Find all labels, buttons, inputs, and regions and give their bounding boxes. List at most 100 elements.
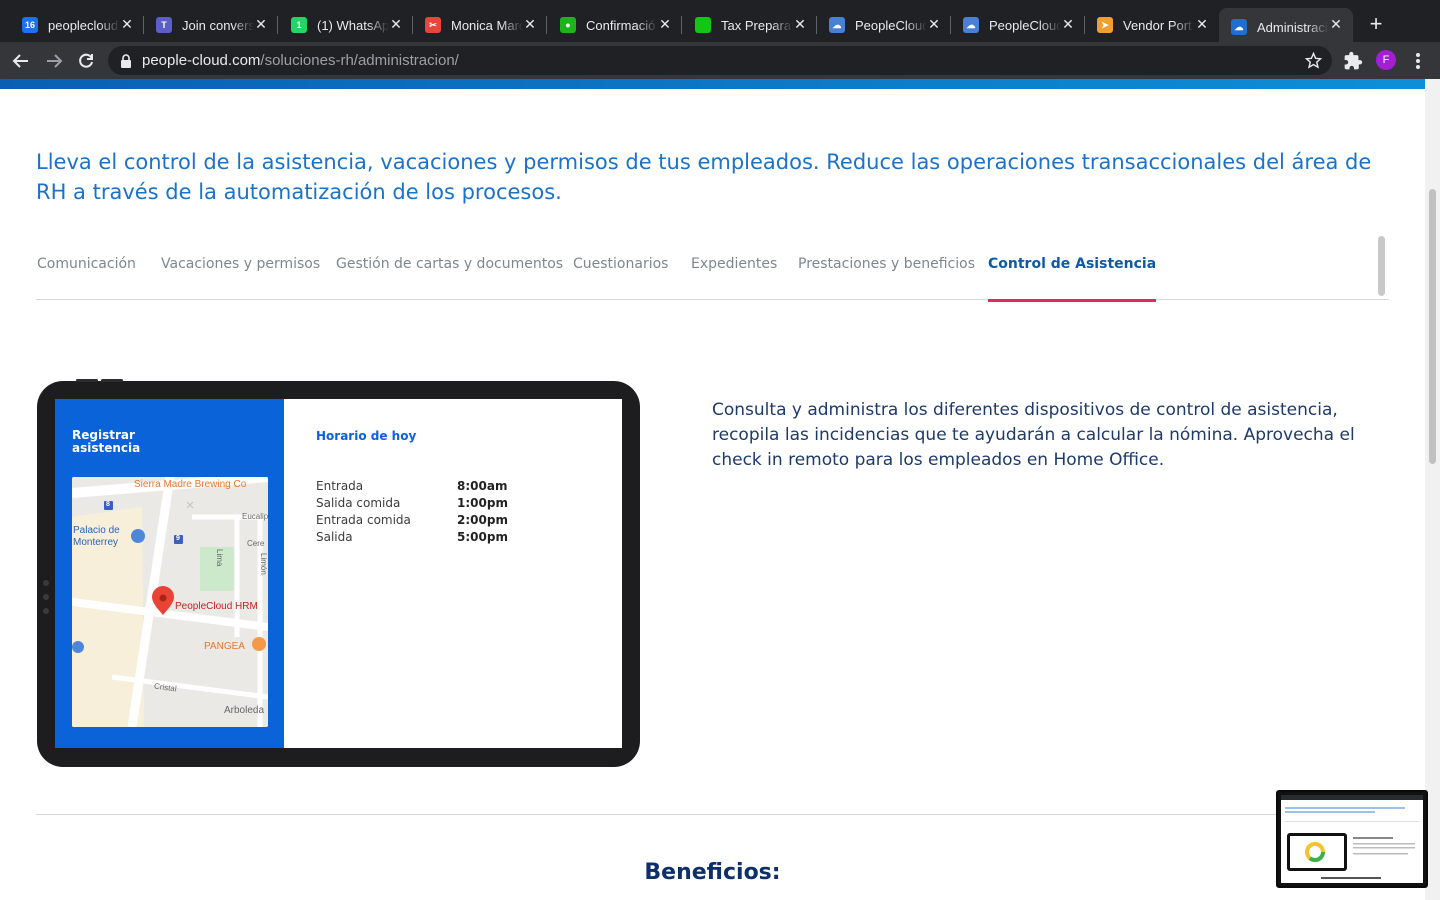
- bookmark-star-icon[interactable]: [1305, 52, 1322, 69]
- forward-button[interactable]: [41, 48, 67, 74]
- map-label-road-8: 8: [106, 501, 110, 508]
- tab-favicon-icon: ●: [560, 17, 576, 33]
- tab-close-icon[interactable]: ✕: [523, 17, 537, 31]
- map-label-cereza: Cere: [247, 539, 265, 548]
- url-text: people-cloud.com/soluciones-rh/administr…: [142, 52, 459, 69]
- tab-label: PeopleCloud: [989, 17, 1061, 33]
- browser-tab[interactable]: 1 (1) WhatsAp ✕: [279, 8, 413, 42]
- tab-favicon-icon: T: [156, 17, 172, 33]
- tab-close-icon[interactable]: ✕: [658, 17, 672, 31]
- tab-label: Vendor Port: [1123, 17, 1192, 33]
- tab-close-icon[interactable]: ✕: [1195, 17, 1209, 31]
- tab-favicon-icon: ➤: [1097, 17, 1113, 33]
- url-path: /soluciones-rh/administracion/: [260, 52, 459, 69]
- schedule-row: Salida 5:00pm: [316, 530, 556, 547]
- tab-favicon-icon: 1: [291, 17, 307, 33]
- schedule-time: 1:00pm: [457, 496, 508, 510]
- picture-in-picture-preview[interactable]: [1276, 790, 1428, 888]
- tab-close-icon[interactable]: ✕: [793, 17, 807, 31]
- tablet-button: [76, 379, 98, 382]
- benefits-heading: Beneficios:: [644, 860, 781, 885]
- schedule-label: Entrada: [316, 479, 364, 493]
- feature-tab[interactable]: Prestaciones y beneficios: [798, 256, 975, 272]
- location-map: Sierra Madre Brewing Co 8 9 Eucalip Cere…: [72, 477, 268, 727]
- tab-close-icon[interactable]: ✕: [1061, 17, 1075, 31]
- tab-favicon-icon: ☁: [829, 17, 845, 33]
- feature-tab[interactable]: Comunicación: [37, 256, 136, 272]
- tablet-screen: Registrar asistencia Sierra Madre Brewin…: [55, 399, 622, 748]
- extensions-puzzle-icon[interactable]: [1343, 51, 1363, 71]
- page-scrollbar[interactable]: [1425, 79, 1440, 900]
- browser-tab[interactable]: ☁ PeopleCloud ✕: [951, 8, 1085, 42]
- feature-tab[interactable]: Cuestionarios: [573, 256, 668, 272]
- tab-label: peoplecloud: [48, 17, 119, 33]
- tab-favicon-icon: 16: [22, 17, 38, 33]
- browser-tab[interactable]: T Join convers ✕: [144, 8, 278, 42]
- schedule-label: Salida comida: [316, 496, 401, 510]
- tab-close-icon[interactable]: ✕: [254, 17, 268, 31]
- tabs-scrollbar[interactable]: [1378, 236, 1385, 296]
- browser-tab[interactable]: ✂ Monica Marc ✕: [413, 8, 547, 42]
- tab-favicon-icon: ☁: [963, 17, 979, 33]
- map-label-arboleda: Arboleda: [224, 705, 265, 716]
- back-button[interactable]: [8, 48, 34, 74]
- tab-favicon-icon: ☁: [1231, 19, 1247, 35]
- attendance-description: Consulta y administra los diferentes dis…: [712, 400, 1355, 470]
- tab-label: PeopleCloud: [855, 17, 927, 33]
- register-attendance-title: Registrar asistencia: [72, 428, 141, 455]
- browser-tab[interactable]: ☁ PeopleCloud ✕: [817, 8, 951, 42]
- schedule-row: Entrada 8:00am: [316, 479, 556, 496]
- tab-label: (1) WhatsAp: [317, 17, 389, 33]
- browser-tab-strip: 16 peoplecloud ✕ T Join convers ✕ 1 (1) WhatsAp…: [0, 0, 1440, 46]
- tab-separator: [277, 16, 278, 34]
- feature-tabs-nav: Comunicación Vacaciones y permisos Gestión…: [36, 234, 1389, 302]
- section-divider: [36, 814, 1389, 815]
- map-label-road-9: 9: [176, 535, 180, 542]
- lock-icon: [121, 53, 131, 68]
- pip-thumbnail: [1281, 795, 1423, 879]
- tablet-sensor: [43, 580, 49, 586]
- schedule-time: 8:00am: [457, 479, 508, 493]
- feature-tab[interactable]: Control de Asistencia: [988, 256, 1157, 302]
- browser-tab[interactable]: Tax Preparat ✕: [683, 8, 817, 42]
- tab-close-icon[interactable]: ✕: [389, 17, 403, 31]
- schedule-list: Entrada 8:00am Salida comida 1:00pm Entrada …: [316, 479, 556, 547]
- map-label-brewery: Sierra Madre Brewing Co: [134, 479, 247, 490]
- browser-tab[interactable]: ☁ Administraci ✕: [1219, 8, 1353, 46]
- tablet-mockup: Registrar asistencia Sierra Madre Brewin…: [37, 379, 640, 767]
- tab-separator: [546, 16, 547, 34]
- tab-separator: [681, 16, 682, 34]
- feature-tab[interactable]: Expedientes: [691, 256, 777, 272]
- map-label-pangea: PANGEA: [204, 641, 245, 652]
- tab-close-icon[interactable]: ✕: [120, 17, 134, 31]
- feature-tab[interactable]: Gestión de cartas y documentos: [336, 256, 563, 272]
- register-attendance-panel: Registrar asistencia Sierra Madre Brewin…: [55, 399, 284, 748]
- scrollbar-thumb[interactable]: [1429, 189, 1436, 464]
- tab-label: Monica Marc: [451, 17, 523, 33]
- browser-tab[interactable]: 16 peoplecloud ✕: [10, 8, 144, 42]
- map-label-eucalipto: Eucalip: [242, 512, 268, 521]
- tab-favicon-icon: [695, 17, 711, 33]
- tab-label: Tax Preparat: [721, 17, 793, 33]
- tab-close-icon[interactable]: ✕: [927, 17, 941, 31]
- reload-icon: [79, 53, 93, 68]
- schedule-row: Salida comida 1:00pm: [316, 496, 556, 513]
- feature-tab[interactable]: Vacaciones y permisos: [161, 256, 320, 272]
- tab-label: Confirmació: [586, 17, 656, 33]
- tab-close-icon[interactable]: ✕: [1329, 17, 1343, 31]
- tab-favicon-icon: ✂: [425, 17, 441, 33]
- intro-text: Lleva el control de la asistencia, vacac…: [36, 150, 1372, 204]
- tablet-button: [101, 379, 123, 382]
- kebab-menu-icon[interactable]: [1412, 50, 1424, 72]
- browser-tab[interactable]: ● Confirmació ✕: [548, 8, 682, 42]
- browser-tab[interactable]: ➤ Vendor Port ✕: [1085, 8, 1219, 42]
- address-bar[interactable]: people-cloud.com/soluciones-rh/administr…: [108, 46, 1332, 75]
- schedule-time: 2:00pm: [457, 513, 508, 527]
- browser-toolbar: people-cloud.com/soluciones-rh/administr…: [0, 42, 1440, 79]
- map-label-lima: Lima: [215, 549, 224, 567]
- schedule-label: Salida: [316, 530, 353, 544]
- new-tab-button[interactable]: +: [1364, 13, 1388, 37]
- pip-content: [1281, 795, 1423, 883]
- profile-avatar[interactable]: F: [1376, 50, 1396, 70]
- reload-button[interactable]: [73, 48, 99, 74]
